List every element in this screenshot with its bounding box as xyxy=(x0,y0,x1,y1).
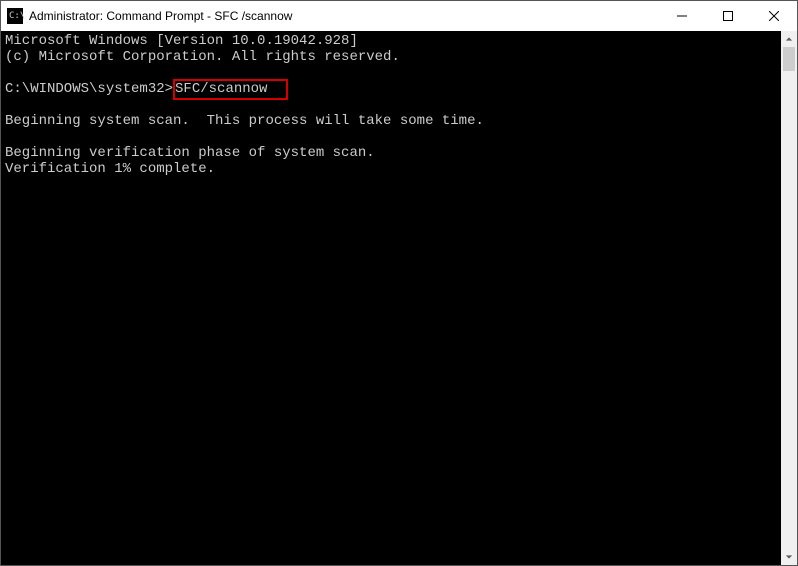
vertical-scrollbar[interactable] xyxy=(781,31,797,565)
copyright-line: (c) Microsoft Corporation. All rights re… xyxy=(5,49,400,65)
scan-begin-line: Beginning system scan. This process will… xyxy=(5,113,484,129)
prompt-line: C:\WINDOWS\system32>SFC/scannow xyxy=(5,79,288,100)
scroll-up-button[interactable] xyxy=(781,31,797,47)
client-area: Microsoft Windows [Version 10.0.19042.92… xyxy=(1,31,797,565)
window-title: Administrator: Command Prompt - SFC /sca… xyxy=(29,9,292,23)
scrollbar-track[interactable] xyxy=(781,47,797,549)
verification-progress-line: Verification 1% complete. xyxy=(5,161,215,177)
maximize-button[interactable] xyxy=(705,1,751,31)
command-highlight: SFC/scannow xyxy=(173,79,288,100)
scrollbar-thumb[interactable] xyxy=(783,47,795,71)
minimize-button[interactable] xyxy=(659,1,705,31)
terminal-output[interactable]: Microsoft Windows [Version 10.0.19042.92… xyxy=(1,31,781,565)
titlebar[interactable]: C:\ Administrator: Command Prompt - SFC … xyxy=(1,1,797,31)
cmd-icon: C:\ xyxy=(7,8,23,24)
close-button[interactable] xyxy=(751,1,797,31)
version-line: Microsoft Windows [Version 10.0.19042.92… xyxy=(5,33,358,49)
prompt-prefix: C:\WINDOWS\system32> xyxy=(5,81,173,97)
command-prompt-window: C:\ Administrator: Command Prompt - SFC … xyxy=(0,0,798,566)
verification-phase-line: Beginning verification phase of system s… xyxy=(5,145,375,161)
command-text: SFC/scannow xyxy=(175,81,267,97)
scroll-down-button[interactable] xyxy=(781,549,797,565)
